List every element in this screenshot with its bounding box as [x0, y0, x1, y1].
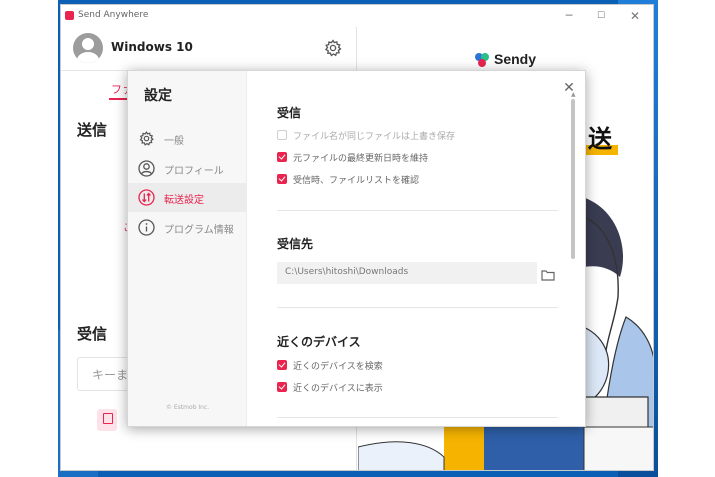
settings-content: 受信 ファイル名が同じファイルは上書き保存 元ファイルの最終更新日時を維持 受信…: [247, 71, 577, 426]
settings-gear-icon[interactable]: [323, 38, 343, 58]
checkbox-label: 元ファイルの最終更新日時を維持: [293, 154, 429, 164]
sidebar-item-profile[interactable]: プロフィール: [128, 154, 247, 183]
folder-icon[interactable]: [541, 266, 555, 281]
checkbox-checked[interactable]: [277, 360, 287, 370]
copyright-text: © Estmob Inc.: [166, 404, 210, 411]
scrollbar-thumb[interactable]: [571, 99, 575, 259]
promo-headline: 送: [588, 125, 612, 153]
person-icon: [138, 160, 155, 177]
receive-section-title: 受信: [277, 106, 302, 120]
nearby-section-title: 近くのデバイス: [277, 335, 361, 349]
checkbox-checked[interactable]: [277, 152, 287, 162]
sidebar-item-transfer[interactable]: 転送設定: [128, 183, 247, 212]
scroll-up-icon[interactable]: ▲: [571, 91, 576, 98]
sidebar-item-label: プログラム情報: [164, 225, 234, 236]
settings-scrollbar[interactable]: ▲: [571, 91, 576, 426]
sidebar-item-label: プロフィール: [164, 166, 224, 177]
section-divider: [277, 210, 558, 211]
checkbox-label: 近くのデバイスに表示: [293, 384, 383, 394]
send-section-heading: 送信: [77, 121, 108, 139]
settings-title: 設定: [144, 88, 172, 104]
section-divider: [277, 307, 558, 308]
send-anywhere-app-icon: [65, 11, 74, 20]
sidebar-item-label: 転送設定: [164, 195, 204, 206]
checkbox-label: 受信時、ファイルリストを確認: [293, 176, 420, 186]
info-icon: [138, 219, 155, 236]
download-path-field[interactable]: C:\Users\hitoshi\Downloads: [277, 262, 537, 284]
sidebar-item-label: 一般: [164, 136, 184, 147]
profile-header: Windows 10: [61, 27, 357, 71]
sendy-brand: Sendy: [494, 51, 537, 67]
section-divider: [277, 417, 558, 418]
checkbox-unchecked[interactable]: [277, 130, 287, 140]
device-name: Windows 10: [111, 40, 193, 54]
title-bar[interactable]: Send Anywhere ─ ☐ ✕: [61, 5, 653, 27]
checkbox-label: 近くのデバイスを検索: [293, 362, 383, 372]
file-icon[interactable]: [97, 409, 117, 431]
checkbox-checked[interactable]: [277, 382, 287, 392]
window-title: Send Anywhere: [78, 10, 149, 20]
destination-section-title: 受信先: [277, 237, 314, 251]
window-close-button[interactable]: ✕: [621, 8, 649, 24]
transfer-icon: [138, 189, 155, 206]
receive-section-heading: 受信: [77, 325, 108, 343]
sendy-logo-icon: [474, 52, 490, 67]
settings-dialog: 設定 一般 プロフィール 転送設定 プログラム情報 © Estmob Inc. …: [127, 70, 586, 427]
checkbox-checked[interactable]: [277, 174, 287, 184]
gear-icon: [138, 130, 155, 147]
maximize-button[interactable]: ☐: [587, 8, 615, 24]
avatar[interactable]: [73, 33, 103, 63]
minimize-button[interactable]: ─: [555, 8, 583, 24]
checkbox-label: ファイル名が同じファイルは上書き保存: [293, 132, 456, 142]
sidebar-item-general[interactable]: 一般: [128, 124, 247, 153]
settings-sidebar: 設定 一般 プロフィール 転送設定 プログラム情報 © Estmob Inc.: [128, 71, 247, 426]
sidebar-item-about[interactable]: プログラム情報: [128, 213, 247, 242]
